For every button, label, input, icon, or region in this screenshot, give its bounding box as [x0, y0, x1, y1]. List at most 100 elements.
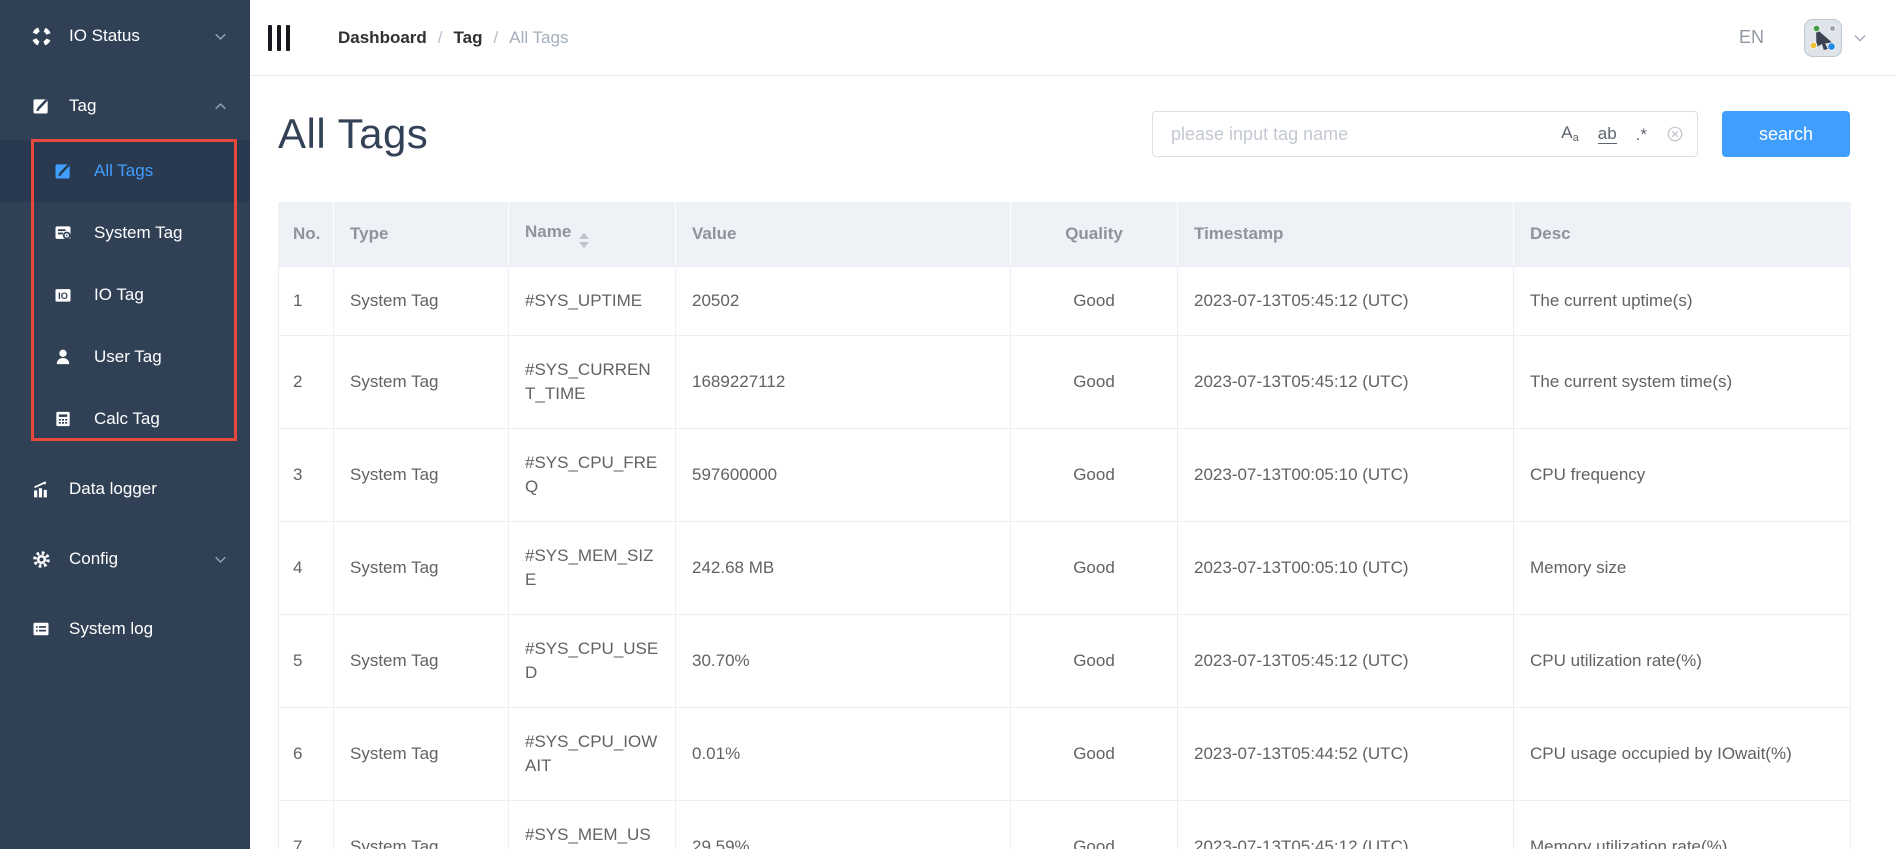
sidebar-item-config[interactable]: Config [0, 524, 250, 594]
io-status-icon [30, 25, 52, 47]
table-header-row: No. Type Name Value Quality Timestamp De… [279, 202, 1851, 267]
cell-value: 597600000 [676, 429, 1011, 522]
sidebar-item-user-tag[interactable]: User Tag [0, 326, 250, 388]
sidebar-item-label: Tag [69, 96, 96, 116]
table-row: 5 System Tag #SYS_CPU_USED 30.70% Good 2… [279, 615, 1851, 708]
cell-name: #SYS_MEM_USED [509, 801, 676, 849]
cell-quality: Good [1011, 801, 1178, 849]
cell-no: 2 [279, 336, 334, 429]
language-selector[interactable]: EN [1739, 27, 1764, 48]
user-menu-chevron-icon[interactable] [1852, 30, 1868, 46]
tag-edit-icon [30, 95, 52, 117]
cell-name: #SYS_CURRENT_TIME [509, 336, 676, 429]
chevron-down-icon [213, 552, 228, 567]
table-row: 7 System Tag #SYS_MEM_USED 29.59% Good 2… [279, 801, 1851, 849]
cell-type: System Tag [334, 267, 509, 336]
sidebar-item-all-tags[interactable]: All Tags [0, 140, 250, 202]
cell-timestamp: 2023-07-13T05:45:12 (UTC) [1178, 615, 1514, 708]
cell-name: #SYS_CPU_IOWAIT [509, 708, 676, 801]
sidebar: IO Status Tag All Tags System Tag IO IO … [0, 0, 250, 849]
match-case-icon[interactable]: Aa [1561, 124, 1578, 144]
column-header-name[interactable]: Name [509, 202, 676, 267]
cell-quality: Good [1011, 429, 1178, 522]
cell-desc: CPU usage occupied by IOwait(%) [1514, 708, 1851, 801]
cell-value: 20502 [676, 267, 1011, 336]
cell-value: 242.68 MB [676, 522, 1011, 615]
sidebar-item-label: Config [69, 549, 118, 569]
cell-type: System Tag [334, 336, 509, 429]
chevron-down-icon [213, 29, 228, 44]
sidebar-item-label: System Tag [94, 223, 183, 243]
regex-icon[interactable]: .* [1636, 126, 1647, 143]
breadcrumb-dashboard[interactable]: Dashboard [338, 28, 427, 48]
sidebar-item-label: All Tags [94, 161, 153, 181]
cell-value: 29.59% [676, 801, 1011, 849]
cell-type: System Tag [334, 522, 509, 615]
page-title: All Tags [278, 110, 428, 158]
svg-text:IO: IO [58, 291, 68, 301]
cell-type: System Tag [334, 429, 509, 522]
sidebar-item-io-status[interactable]: IO Status [0, 0, 250, 72]
sidebar-item-label: Calc Tag [94, 409, 160, 429]
sidebar-item-io-tag[interactable]: IO IO Tag [0, 264, 250, 326]
cell-name: #SYS_MEM_SIZE [509, 522, 676, 615]
cell-desc: The current uptime(s) [1514, 267, 1851, 336]
whole-word-icon[interactable]: ab [1598, 125, 1617, 144]
sidebar-item-label: System log [69, 619, 153, 639]
cell-no: 6 [279, 708, 334, 801]
cell-timestamp: 2023-07-13T00:05:10 (UTC) [1178, 429, 1514, 522]
cell-value: 0.01% [676, 708, 1011, 801]
cell-desc: The current system time(s) [1514, 336, 1851, 429]
cell-no: 5 [279, 615, 334, 708]
cell-type: System Tag [334, 708, 509, 801]
sidebar-item-system-log[interactable]: System log [0, 594, 250, 664]
cell-desc: CPU frequency [1514, 429, 1851, 522]
sidebar-item-data-logger[interactable]: Data logger [0, 454, 250, 524]
cell-quality: Good [1011, 708, 1178, 801]
column-header-timestamp: Timestamp [1178, 202, 1514, 267]
cell-quality: Good [1011, 336, 1178, 429]
search-button[interactable]: search [1722, 111, 1850, 157]
cell-desc: Memory size [1514, 522, 1851, 615]
tags-table: No. Type Name Value Quality Timestamp De… [278, 202, 1851, 849]
column-header-quality: Quality [1011, 202, 1178, 267]
table-row: 3 System Tag #SYS_CPU_FREQ 597600000 Goo… [279, 429, 1851, 522]
sidebar-item-calc-tag[interactable]: Calc Tag [0, 388, 250, 450]
sidebar-item-system-tag[interactable]: System Tag [0, 202, 250, 264]
breadcrumb: Dashboard / Tag / All Tags [338, 28, 568, 48]
column-header-type: Type [334, 202, 509, 267]
avatar[interactable] [1804, 19, 1842, 57]
top-navbar: Dashboard / Tag / All Tags EN [250, 0, 1896, 76]
sidebar-item-label: IO Tag [94, 285, 144, 305]
calculator-icon [52, 408, 74, 430]
cell-no: 3 [279, 429, 334, 522]
cell-type: System Tag [334, 801, 509, 849]
cell-timestamp: 2023-07-13T05:45:12 (UTC) [1178, 801, 1514, 849]
sort-carets-icon[interactable] [579, 233, 589, 248]
cell-quality: Good [1011, 615, 1178, 708]
cell-timestamp: 2023-07-13T05:45:12 (UTC) [1178, 336, 1514, 429]
cell-name: #SYS_CPU_FREQ [509, 429, 676, 522]
user-icon [52, 346, 74, 368]
search-box: Aa ab .* [1152, 111, 1698, 157]
breadcrumb-tag[interactable]: Tag [454, 28, 483, 48]
cell-no: 4 [279, 522, 334, 615]
table-row: 4 System Tag #SYS_MEM_SIZE 242.68 MB Goo… [279, 522, 1851, 615]
sidebar-item-label: User Tag [94, 347, 162, 367]
cell-value: 30.70% [676, 615, 1011, 708]
gear-icon [30, 548, 52, 570]
sidebar-toggle-button[interactable] [266, 21, 292, 55]
column-header-value: Value [676, 202, 1011, 267]
breadcrumb-current: All Tags [509, 28, 568, 48]
cell-timestamp: 2023-07-13T05:44:52 (UTC) [1178, 708, 1514, 801]
cell-quality: Good [1011, 267, 1178, 336]
chevron-up-icon [213, 99, 228, 114]
clear-search-icon[interactable] [1666, 125, 1684, 143]
cell-no: 1 [279, 267, 334, 336]
sidebar-item-tag[interactable]: Tag [0, 72, 250, 140]
column-header-desc: Desc [1514, 202, 1851, 267]
chart-icon [30, 478, 52, 500]
breadcrumb-separator: / [438, 28, 443, 48]
sidebar-item-label: Data logger [69, 479, 157, 499]
io-tag-icon: IO [52, 284, 74, 306]
